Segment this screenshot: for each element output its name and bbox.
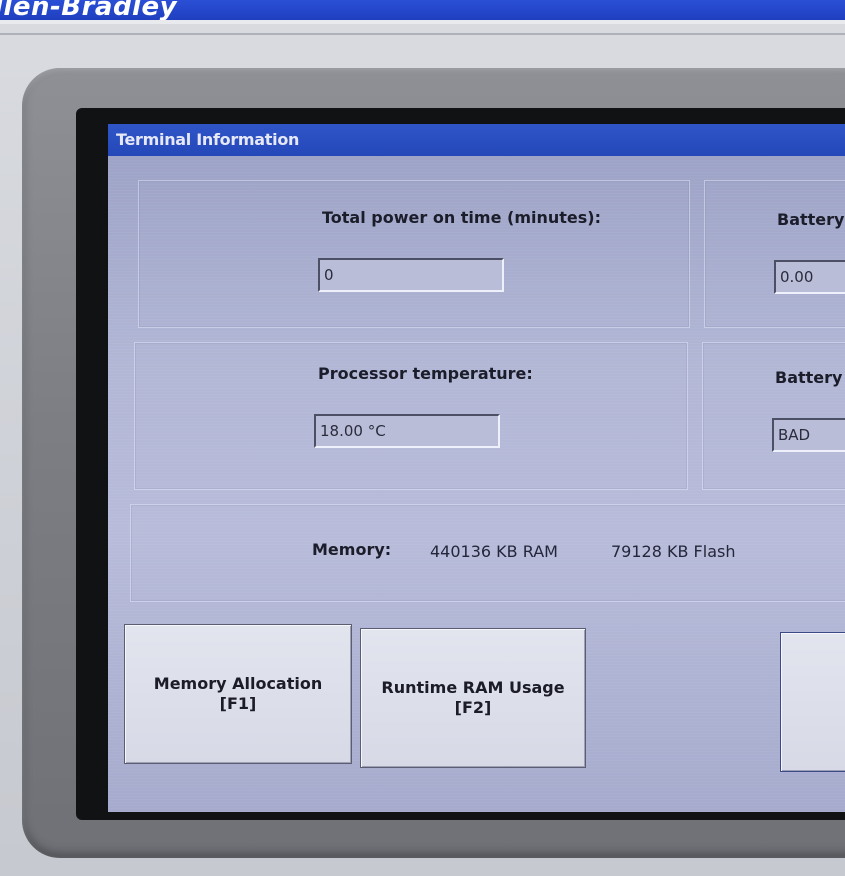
memory-allocation-button[interactable]: Memory Allocation [F1] bbox=[124, 624, 352, 764]
memory-flash-value: 79128 KB Flash bbox=[611, 542, 736, 561]
brand-underline bbox=[0, 20, 845, 24]
battery-group-bottom bbox=[702, 342, 845, 490]
battery-voltage-label: Battery bbox=[777, 210, 845, 229]
battery-group-top bbox=[704, 180, 845, 328]
hmi-photo: llen-Bradley Terminal Information Total … bbox=[0, 0, 845, 876]
battery-status-value: BAD bbox=[772, 418, 845, 452]
window-title-bar: Terminal Information bbox=[108, 124, 845, 156]
memory-ram-value: 440136 KB RAM bbox=[430, 542, 558, 561]
third-function-button[interactable] bbox=[780, 632, 845, 772]
window-title: Terminal Information bbox=[116, 130, 300, 149]
power-on-time-label: Total power on time (minutes): bbox=[322, 208, 601, 227]
power-on-time-group bbox=[138, 180, 690, 328]
processor-temperature-label: Processor temperature: bbox=[318, 364, 533, 383]
battery-status-label: Battery bbox=[775, 368, 843, 387]
brand-bar: llen-Bradley bbox=[0, 0, 845, 20]
power-on-time-value: 0 bbox=[318, 258, 504, 292]
runtime-ram-usage-button[interactable]: Runtime RAM Usage [F2] bbox=[360, 628, 586, 768]
terminal-display: Terminal Information Total power on time… bbox=[108, 124, 845, 812]
memory-label: Memory: bbox=[312, 540, 392, 559]
battery-voltage-value: 0.00 bbox=[774, 260, 845, 294]
runtime-ram-usage-button-label: Runtime RAM Usage bbox=[381, 678, 565, 697]
runtime-ram-usage-button-key: [F2] bbox=[454, 698, 492, 717]
panel-divider bbox=[0, 33, 845, 35]
processor-temperature-value: 18.00 °C bbox=[314, 414, 500, 448]
brand-logo-text: llen-Bradley bbox=[0, 0, 178, 20]
memory-allocation-button-key: [F1] bbox=[219, 694, 257, 713]
memory-allocation-button-label: Memory Allocation bbox=[153, 674, 323, 693]
